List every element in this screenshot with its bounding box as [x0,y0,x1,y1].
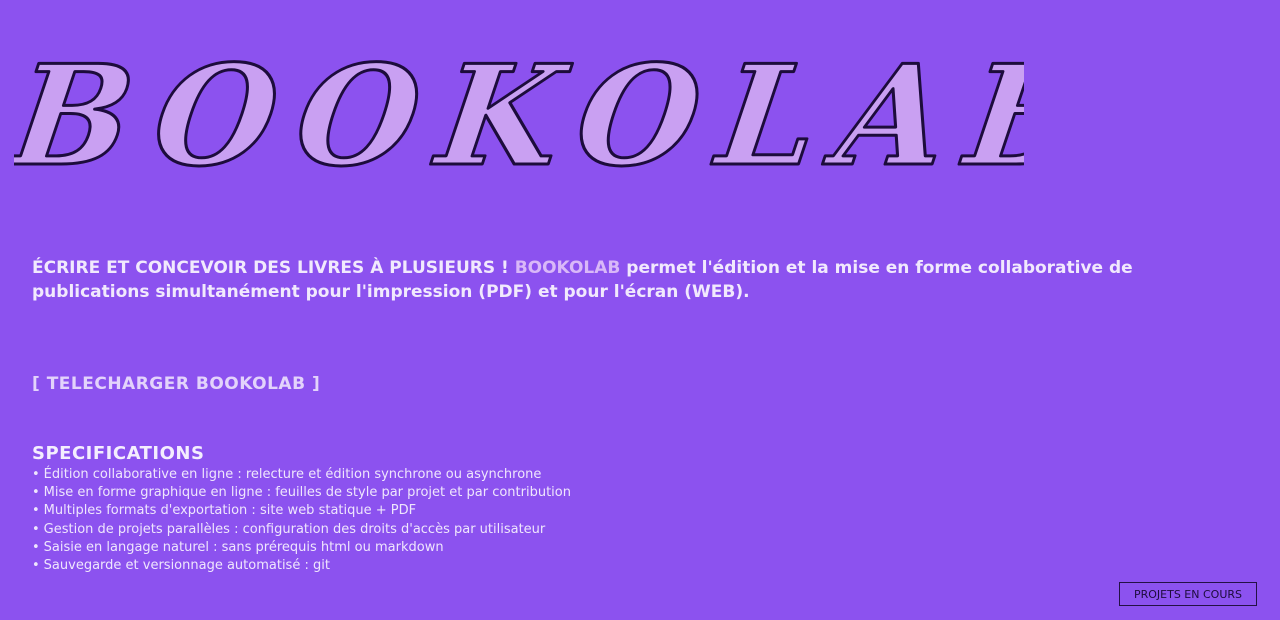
download-bookolab-link[interactable]: [ TELECHARGER BOOKOLAB ] [32,374,320,394]
list-item: Multiples formats d'exportation : site w… [32,502,571,520]
bookolab-logo: BOOKOLAB [14,52,1024,198]
page: BOOKOLAB ÉCRIRE ET CONCEVOIR DES LIVRES … [0,0,1280,620]
list-item: Sauvegarde et versionnage automatisé : g… [32,557,571,575]
logo-text: BOOKOLAB [14,52,1024,197]
list-item: Mise en forme graphique en ligne : feuil… [32,484,571,502]
intro-paragraph: ÉCRIRE ET CONCEVOIR DES LIVRES À PLUSIEU… [32,256,1142,304]
list-item: Édition collaborative en ligne : relectu… [32,466,571,484]
list-item: Gestion de projets parallèles : configur… [32,521,571,539]
specs-list: Édition collaborative en ligne : relectu… [32,466,571,575]
intro-lead: ÉCRIRE ET CONCEVOIR DES LIVRES À PLUSIEU… [32,258,509,278]
projets-en-cours-button[interactable]: PROJETS EN COURS [1119,582,1257,606]
list-item: Saisie en langage naturel : sans prérequ… [32,539,571,557]
specs-title: SPECIFICATIONS [32,443,205,464]
intro-brand: BOOKOLAB [514,258,621,278]
